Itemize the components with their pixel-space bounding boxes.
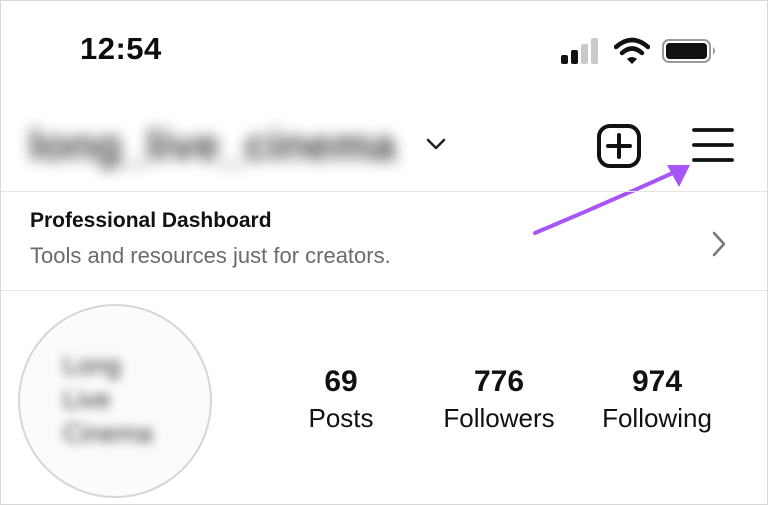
battery-icon xyxy=(662,39,715,63)
followers-count: 776 xyxy=(473,365,525,398)
following-count: 974 xyxy=(631,365,683,398)
following-stat[interactable]: 974 Following xyxy=(582,363,732,435)
new-post-icon[interactable] xyxy=(596,123,642,169)
following-label: Following xyxy=(602,403,712,433)
profile-screen: 12:54 long_live_cinema Professional Dash… xyxy=(0,0,768,505)
cellular-signal-icon xyxy=(561,38,599,64)
followers-label: Followers xyxy=(443,403,555,433)
avatar-logo-text: Long Live Cinema xyxy=(63,350,153,448)
followers-stat[interactable]: 776 Followers xyxy=(424,363,574,435)
profile-username[interactable]: long_live_cinema xyxy=(29,121,396,171)
dashboard-title: Professional Dashboard xyxy=(30,209,272,232)
menu-icon[interactable] xyxy=(691,125,735,165)
chevron-right-icon xyxy=(712,231,726,257)
avatar[interactable]: Long Live Cinema xyxy=(18,304,212,498)
posts-count: 69 xyxy=(324,365,358,398)
divider xyxy=(1,290,767,291)
posts-label: Posts xyxy=(308,403,374,433)
chevron-down-icon[interactable] xyxy=(425,137,447,151)
professional-dashboard-row[interactable]: Professional Dashboard Tools and resourc… xyxy=(1,192,767,290)
posts-stat[interactable]: 69 Posts xyxy=(266,363,416,435)
status-time: 12:54 xyxy=(80,31,162,66)
wifi-icon xyxy=(614,37,650,64)
dashboard-subtitle: Tools and resources just for creators. xyxy=(30,243,391,268)
